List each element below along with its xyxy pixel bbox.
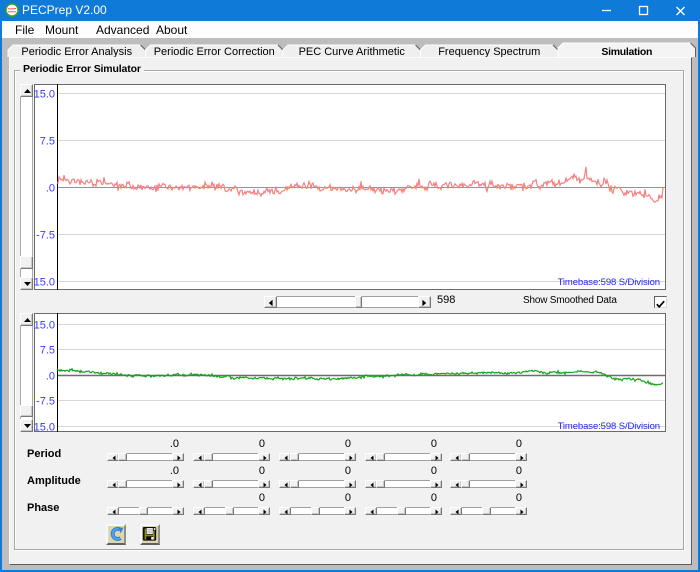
svg-text:Timebase:598 S/Division: Timebase:598 S/Division bbox=[558, 421, 660, 432]
svg-text:Periodic Error Correction: Periodic Error Correction bbox=[154, 46, 275, 57]
svg-text:.0: .0 bbox=[46, 183, 55, 195]
svg-text:15.0: 15.0 bbox=[34, 320, 55, 332]
svg-text:Frequency Spectrum: Frequency Spectrum bbox=[438, 46, 540, 57]
svg-text:Timebase:598 S/Division: Timebase:598 S/Division bbox=[558, 277, 660, 288]
svg-text:7.5: 7.5 bbox=[40, 136, 55, 148]
svg-text:Periodic Error Analysis: Periodic Error Analysis bbox=[21, 46, 132, 57]
svg-text:15.0: 15.0 bbox=[34, 89, 55, 101]
svg-text:Simulation: Simulation bbox=[601, 46, 652, 57]
svg-text:PEC Curve Arithmetic: PEC Curve Arithmetic bbox=[299, 46, 406, 57]
svg-text:-7.5: -7.5 bbox=[36, 396, 55, 408]
svg-text:7.5: 7.5 bbox=[40, 345, 55, 357]
svg-text:.0: .0 bbox=[46, 371, 55, 383]
svg-text:-7.5: -7.5 bbox=[36, 230, 55, 242]
